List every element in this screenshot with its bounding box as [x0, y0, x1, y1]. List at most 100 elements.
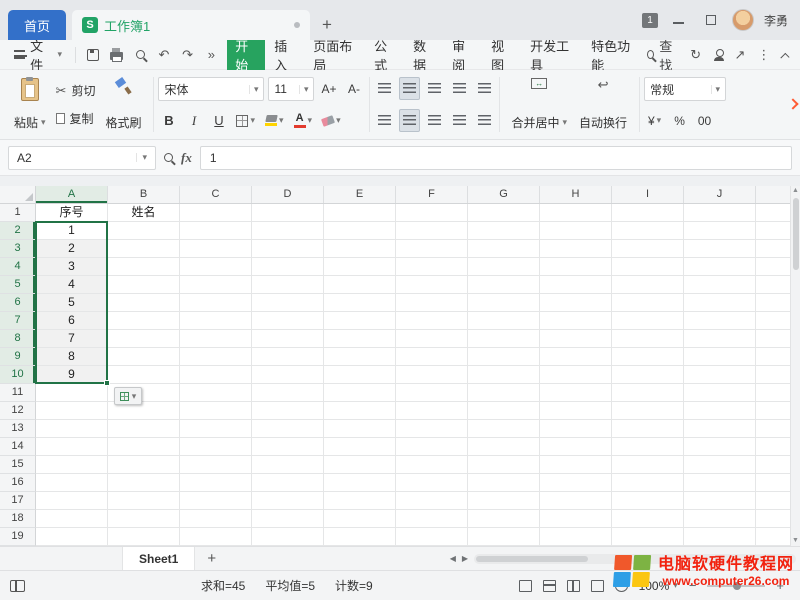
align-bottom-button[interactable] — [424, 77, 445, 100]
cell-G14[interactable] — [468, 438, 540, 456]
sheet-tab-sheet1[interactable]: Sheet1 — [122, 547, 195, 570]
align-left-button[interactable] — [374, 109, 395, 132]
cell-F7[interactable] — [396, 312, 468, 330]
select-all-corner[interactable] — [0, 186, 36, 203]
name-box[interactable]: A2 ▾ — [8, 146, 156, 170]
cell-J8[interactable] — [684, 330, 756, 348]
cell-I3[interactable] — [612, 240, 684, 258]
cell-B7[interactable] — [108, 312, 180, 330]
cell-A9[interactable]: 8 — [36, 348, 108, 366]
column-header-D[interactable]: D — [252, 186, 324, 203]
cell-F4[interactable] — [396, 258, 468, 276]
document-tab[interactable]: S 工作簿1 — [72, 10, 310, 40]
cell-D4[interactable] — [252, 258, 324, 276]
column-header-G[interactable]: G — [468, 186, 540, 203]
file-menu-button[interactable]: 文件 ▾ — [8, 36, 68, 74]
cell-D7[interactable] — [252, 312, 324, 330]
cell-C18[interactable] — [180, 510, 252, 528]
cell-I8[interactable] — [612, 330, 684, 348]
cell-G6[interactable] — [468, 294, 540, 312]
cell-E8[interactable] — [324, 330, 396, 348]
cell-B5[interactable] — [108, 276, 180, 294]
percent-format-button[interactable]: % — [669, 109, 690, 132]
cell-D10[interactable] — [252, 366, 324, 384]
clear-format-button[interactable]: ▾ — [319, 109, 344, 132]
find-function-icon[interactable] — [164, 153, 173, 162]
cell-A13[interactable] — [36, 420, 108, 438]
cell-D19[interactable] — [252, 528, 324, 546]
cell-C8[interactable] — [180, 330, 252, 348]
column-header-B[interactable]: B — [108, 186, 180, 203]
cell-D8[interactable] — [252, 330, 324, 348]
fill-color-button[interactable]: ▾ — [262, 109, 287, 132]
formula-input[interactable]: 1 — [200, 146, 792, 170]
cell-F13[interactable] — [396, 420, 468, 438]
cell-D1[interactable] — [252, 204, 324, 222]
row-header-6[interactable]: 6 — [0, 294, 36, 312]
row-header-7[interactable]: 7 — [0, 312, 36, 330]
cell-F9[interactable] — [396, 348, 468, 366]
cell-E7[interactable] — [324, 312, 396, 330]
cell-H3[interactable] — [540, 240, 612, 258]
row-header-16[interactable]: 16 — [0, 474, 36, 492]
cell-E6[interactable] — [324, 294, 396, 312]
grow-font-button[interactable]: A+ — [318, 78, 339, 101]
cell-D2[interactable] — [252, 222, 324, 240]
cell-A6[interactable]: 5 — [36, 294, 108, 312]
cell-C19[interactable] — [180, 528, 252, 546]
cell-B4[interactable] — [108, 258, 180, 276]
align-middle-button[interactable] — [399, 77, 420, 100]
sheet-scroll-right-icon[interactable]: ▶ — [462, 554, 468, 563]
cell-F14[interactable] — [396, 438, 468, 456]
cell-I10[interactable] — [612, 366, 684, 384]
column-header-H[interactable]: H — [540, 186, 612, 203]
cell-I16[interactable] — [612, 474, 684, 492]
cell-I2[interactable] — [612, 222, 684, 240]
cell-B10[interactable] — [108, 366, 180, 384]
vertical-scrollbar[interactable]: ▲ ▼ — [790, 186, 800, 546]
cell-E4[interactable] — [324, 258, 396, 276]
distribute-button[interactable] — [474, 109, 495, 132]
cell-I7[interactable] — [612, 312, 684, 330]
column-header-E[interactable]: E — [324, 186, 396, 203]
insert-function-button[interactable]: fx — [181, 150, 192, 166]
cell-H4[interactable] — [540, 258, 612, 276]
cell-J2[interactable] — [684, 222, 756, 240]
cell-C14[interactable] — [180, 438, 252, 456]
cell-G18[interactable] — [468, 510, 540, 528]
cell-G10[interactable] — [468, 366, 540, 384]
cell-J14[interactable] — [684, 438, 756, 456]
cell-A4[interactable]: 3 — [36, 258, 108, 276]
row-header-9[interactable]: 9 — [0, 348, 36, 366]
cell-J12[interactable] — [684, 402, 756, 420]
cell-G8[interactable] — [468, 330, 540, 348]
user-name[interactable]: 李勇 — [764, 12, 788, 29]
cell-H8[interactable] — [540, 330, 612, 348]
column-header-F[interactable]: F — [396, 186, 468, 203]
cell-J16[interactable] — [684, 474, 756, 492]
cell-I9[interactable] — [612, 348, 684, 366]
cell-D11[interactable] — [252, 384, 324, 402]
cell-H15[interactable] — [540, 456, 612, 474]
cell-I15[interactable] — [612, 456, 684, 474]
cell-J18[interactable] — [684, 510, 756, 528]
cell-F19[interactable] — [396, 528, 468, 546]
window-count-badge[interactable]: 1 — [642, 13, 658, 28]
align-center-button[interactable] — [399, 109, 420, 132]
row-header-8[interactable]: 8 — [0, 330, 36, 348]
number-format-combo[interactable]: 常规▾ — [644, 77, 726, 101]
cell-G12[interactable] — [468, 402, 540, 420]
decimal-format-button[interactable]: 00 — [694, 109, 715, 132]
justify-button[interactable] — [449, 109, 470, 132]
cell-G16[interactable] — [468, 474, 540, 492]
row-header-1[interactable]: 1 — [0, 204, 36, 222]
cell-D17[interactable] — [252, 492, 324, 510]
underline-button[interactable]: U — [208, 109, 229, 132]
print-preview-button[interactable] — [130, 44, 150, 66]
cell-D18[interactable] — [252, 510, 324, 528]
cell-A5[interactable]: 4 — [36, 276, 108, 294]
cell-A18[interactable] — [36, 510, 108, 528]
cell-B17[interactable] — [108, 492, 180, 510]
cell-I18[interactable] — [612, 510, 684, 528]
paste-button[interactable]: 粘贴▾ — [8, 74, 52, 135]
